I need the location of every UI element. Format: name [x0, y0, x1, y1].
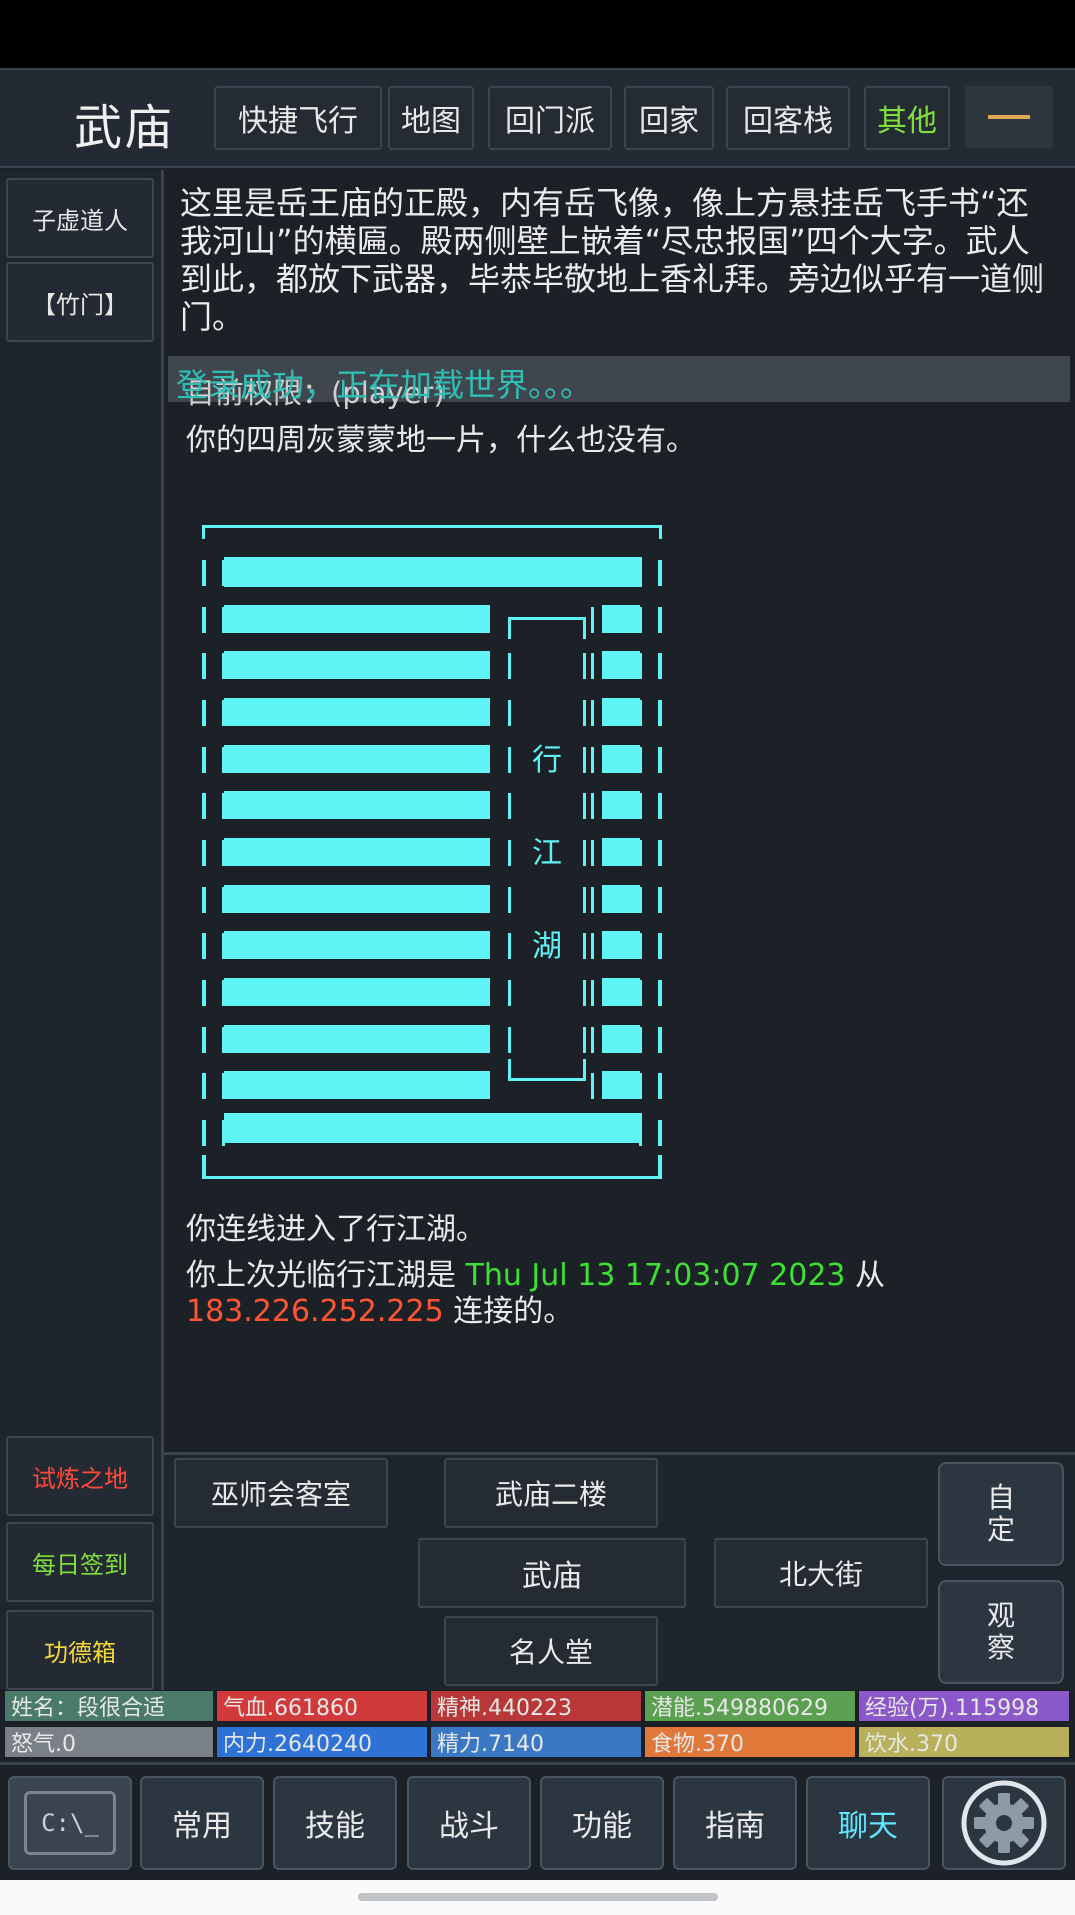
- login-notice: 登录成功，正在加载世界。。。: [176, 366, 593, 404]
- surroundings-text: 你的四周灰蒙蒙地一片，什么也没有。: [186, 423, 696, 458]
- tab-skills[interactable]: 技能: [273, 1776, 397, 1870]
- logo-bar-top: [224, 557, 642, 587]
- last-visit-ip: 183.226.252.225: [186, 1294, 444, 1329]
- stat-spirit: 精神.440223: [430, 1690, 642, 1722]
- logo-bar-bottom: [224, 1113, 642, 1143]
- game-logo: 行 江 湖: [202, 525, 662, 1179]
- connect-message: 你连线进入了行江湖。: [186, 1212, 486, 1247]
- item-door-button[interactable]: 【竹门】: [6, 262, 154, 342]
- npc-button[interactable]: 子虚道人: [6, 178, 154, 258]
- tab-guide[interactable]: 指南: [673, 1776, 797, 1870]
- room-title: 武庙: [74, 100, 175, 156]
- logo-frame-segment: [659, 525, 662, 539]
- console-button[interactable]: C:\_: [8, 1776, 132, 1870]
- merit-box-button[interactable]: 功德箱: [6, 1610, 154, 1690]
- stat-potential: 潜能.549880629: [644, 1690, 856, 1722]
- logo-left-border: [202, 560, 206, 1179]
- logo-left-bars: [224, 605, 490, 1099]
- return-sect-button[interactable]: 回门派: [488, 86, 612, 150]
- ip-suffix: 连接的。: [453, 1294, 574, 1329]
- last-visit-from: 从: [855, 1258, 886, 1293]
- stat-rage: 怒气.0: [4, 1726, 214, 1758]
- stat-food: 食物.370: [644, 1726, 856, 1758]
- settings-button[interactable]: [942, 1776, 1066, 1870]
- stat-name: 姓名：段很合适: [4, 1690, 214, 1722]
- return-inn-button[interactable]: 回客栈: [726, 86, 850, 150]
- logo-frame-segment: [202, 525, 205, 539]
- other-button[interactable]: 其他: [864, 86, 950, 150]
- logo-right-border: [658, 560, 662, 1179]
- daily-checkin-button[interactable]: 每日签到: [6, 1522, 154, 1602]
- minus-icon: [988, 115, 1030, 119]
- home-indicator[interactable]: [358, 1893, 718, 1901]
- map-button[interactable]: 地图: [388, 86, 474, 150]
- tab-common[interactable]: 常用: [140, 1776, 264, 1870]
- logo-frame-top: [202, 525, 662, 528]
- logo-char-1: 行: [532, 743, 562, 778]
- stat-hp: 气血.661860: [216, 1690, 428, 1722]
- exit-current-room[interactable]: 武庙: [418, 1538, 686, 1608]
- gear-icon: [961, 1780, 1047, 1866]
- exit-north[interactable]: 武庙二楼: [444, 1458, 658, 1528]
- exit-northwest[interactable]: 巫师会客室: [174, 1458, 388, 1528]
- tab-functions[interactable]: 功能: [540, 1776, 664, 1870]
- observe-button[interactable]: 观察: [938, 1580, 1064, 1684]
- stat-energy: 精力.7140: [430, 1726, 642, 1758]
- stat-experience: 经验(万).115998: [858, 1690, 1070, 1722]
- exit-east[interactable]: 北大街: [714, 1538, 928, 1608]
- system-status-bar: [0, 0, 1075, 68]
- room-description: 这里是岳王庙的正殿，内有岳飞像，像上方悬挂岳飞手书“还我河山”的横匾。殿两侧壁上…: [180, 184, 1045, 336]
- trial-land-button[interactable]: 试炼之地: [6, 1436, 154, 1516]
- custom-button[interactable]: 自定: [938, 1462, 1064, 1566]
- exit-south[interactable]: 名人堂: [444, 1616, 658, 1686]
- logo-right-blocks: [602, 605, 640, 1099]
- return-home-button[interactable]: 回家: [624, 86, 714, 150]
- terminal-icon: C:\_: [24, 1791, 116, 1855]
- collapse-menu-button[interactable]: [965, 86, 1053, 148]
- tab-combat[interactable]: 战斗: [407, 1776, 531, 1870]
- logo-right-inner-dashes: [591, 607, 594, 1099]
- logo-frame-bottom: [202, 1176, 662, 1179]
- stat-water: 饮水.370: [858, 1726, 1070, 1758]
- logo-char-2: 江: [532, 836, 562, 871]
- tab-chat[interactable]: 聊天: [806, 1776, 930, 1870]
- logo-char-3: 湖: [532, 929, 562, 964]
- fast-travel-button[interactable]: 快捷飞行: [214, 86, 382, 150]
- observe-label: 观察: [986, 1599, 1015, 1664]
- custom-label: 自定: [986, 1481, 1015, 1546]
- stat-internal-force: 内力.2640240: [216, 1726, 428, 1758]
- ip-line: 183.226.252.225 连接的。: [186, 1286, 573, 1330]
